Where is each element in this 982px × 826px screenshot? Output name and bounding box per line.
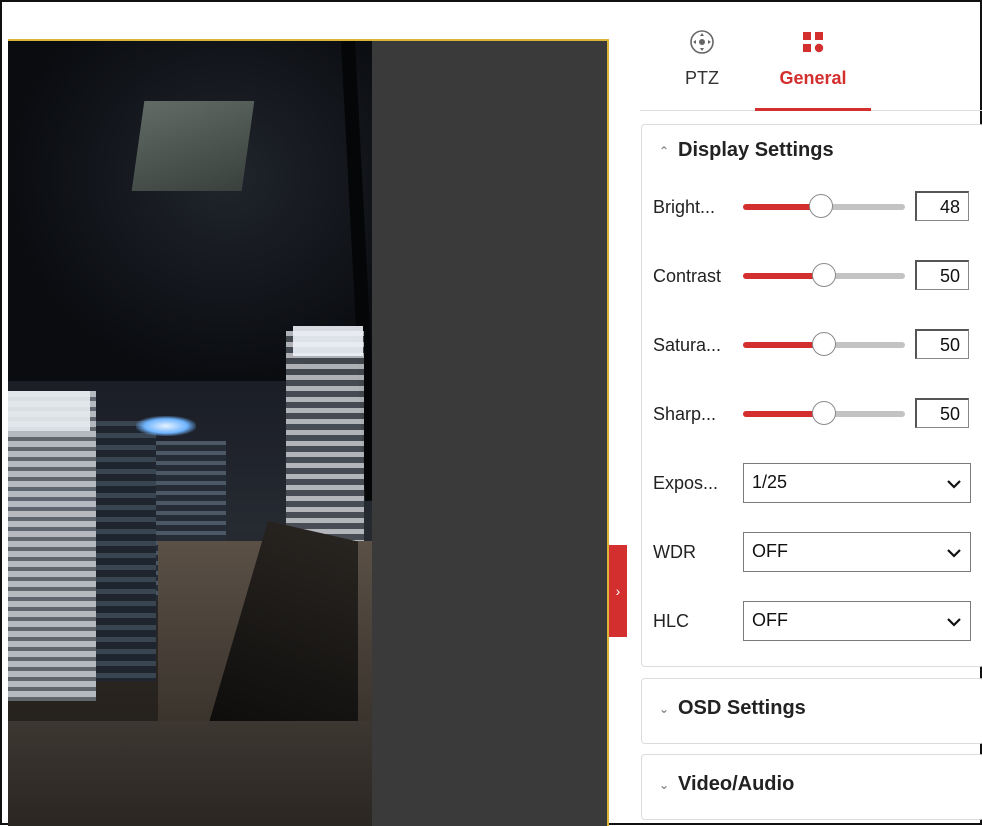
live-video-view[interactable]	[8, 39, 609, 826]
tab-bar: PTZ General	[640, 24, 982, 111]
sharpness-slider[interactable]	[743, 401, 905, 425]
brightness-value-input[interactable]: 48	[915, 191, 969, 221]
wdr-row: WDR OFF	[653, 532, 973, 572]
tab-ptz[interactable]: PTZ	[668, 24, 736, 110]
video-audio-title: Video/Audio	[678, 773, 795, 795]
video-letterbox	[372, 41, 607, 826]
camera-feed-image	[8, 41, 372, 826]
collapse-panel-handle[interactable]: ›	[609, 545, 627, 637]
display-settings-section: ⌃ Display Settings Bright... 48 Contrast…	[641, 124, 982, 667]
saturation-row: Satura... 50	[653, 329, 973, 361]
chevron-down-icon: ⌄	[658, 701, 670, 716]
osd-settings-title: OSD Settings	[678, 697, 806, 719]
contrast-slider[interactable]	[743, 263, 905, 287]
exposure-select[interactable]: 1/25	[743, 463, 971, 503]
video-audio-header[interactable]: ⌄ Video/Audio	[656, 773, 794, 796]
saturation-label: Satura...	[653, 335, 722, 355]
contrast-value-input[interactable]: 50	[915, 260, 969, 290]
sharpness-value-input[interactable]: 50	[915, 398, 969, 428]
exposure-select-value: 1/25	[752, 472, 788, 492]
saturation-slider-handle[interactable]	[812, 332, 836, 356]
hlc-row: HLC OFF	[653, 601, 973, 641]
saturation-value-input[interactable]: 50	[915, 329, 969, 359]
osd-settings-header[interactable]: ⌄ OSD Settings	[656, 697, 806, 720]
wdr-label: WDR	[653, 542, 696, 562]
app-window: › PTZ General ⌃ Display Settings Bright.…	[0, 0, 982, 826]
saturation-slider[interactable]	[743, 332, 905, 356]
display-settings-header[interactable]: ⌃ Display Settings	[656, 139, 834, 162]
osd-settings-section[interactable]: ⌄ OSD Settings	[641, 678, 982, 744]
contrast-label: Contrast	[653, 266, 722, 286]
ptz-icon	[690, 30, 714, 54]
tab-ptz-label: PTZ	[685, 68, 719, 88]
brightness-slider-handle[interactable]	[808, 194, 833, 218]
chevron-down-icon	[947, 480, 961, 489]
tab-general[interactable]: General	[755, 24, 871, 111]
control-panel: PTZ General ⌃ Display Settings Bright...	[640, 24, 982, 824]
chevron-down-icon	[947, 618, 961, 627]
chevron-right-icon: ›	[615, 583, 621, 599]
hlc-select-value: OFF	[752, 610, 788, 630]
brightness-label: Bright...	[653, 197, 716, 217]
contrast-row: Contrast 50	[653, 260, 973, 292]
grid-icon	[803, 32, 824, 53]
hlc-select[interactable]: OFF	[743, 601, 971, 641]
brightness-slider[interactable]	[743, 194, 905, 218]
exposure-label: Expos...	[653, 473, 719, 493]
chevron-down-icon: ⌄	[658, 777, 670, 792]
chevron-up-icon: ⌃	[658, 143, 670, 158]
chevron-down-icon	[947, 549, 961, 558]
sharpness-label: Sharp...	[653, 404, 717, 424]
sharpness-slider-handle[interactable]	[812, 401, 836, 425]
contrast-slider-handle[interactable]	[812, 263, 836, 287]
exposure-row: Expos... 1/25	[653, 463, 973, 503]
sharpness-row: Sharp... 50	[653, 398, 973, 430]
display-settings-title: Display Settings	[678, 139, 834, 161]
tab-general-label: General	[779, 68, 847, 88]
hlc-label: HLC	[653, 611, 690, 631]
video-audio-section[interactable]: ⌄ Video/Audio	[641, 754, 982, 820]
wdr-select[interactable]: OFF	[743, 532, 971, 572]
brightness-row: Bright... 48	[653, 191, 973, 223]
wdr-select-value: OFF	[752, 541, 788, 561]
